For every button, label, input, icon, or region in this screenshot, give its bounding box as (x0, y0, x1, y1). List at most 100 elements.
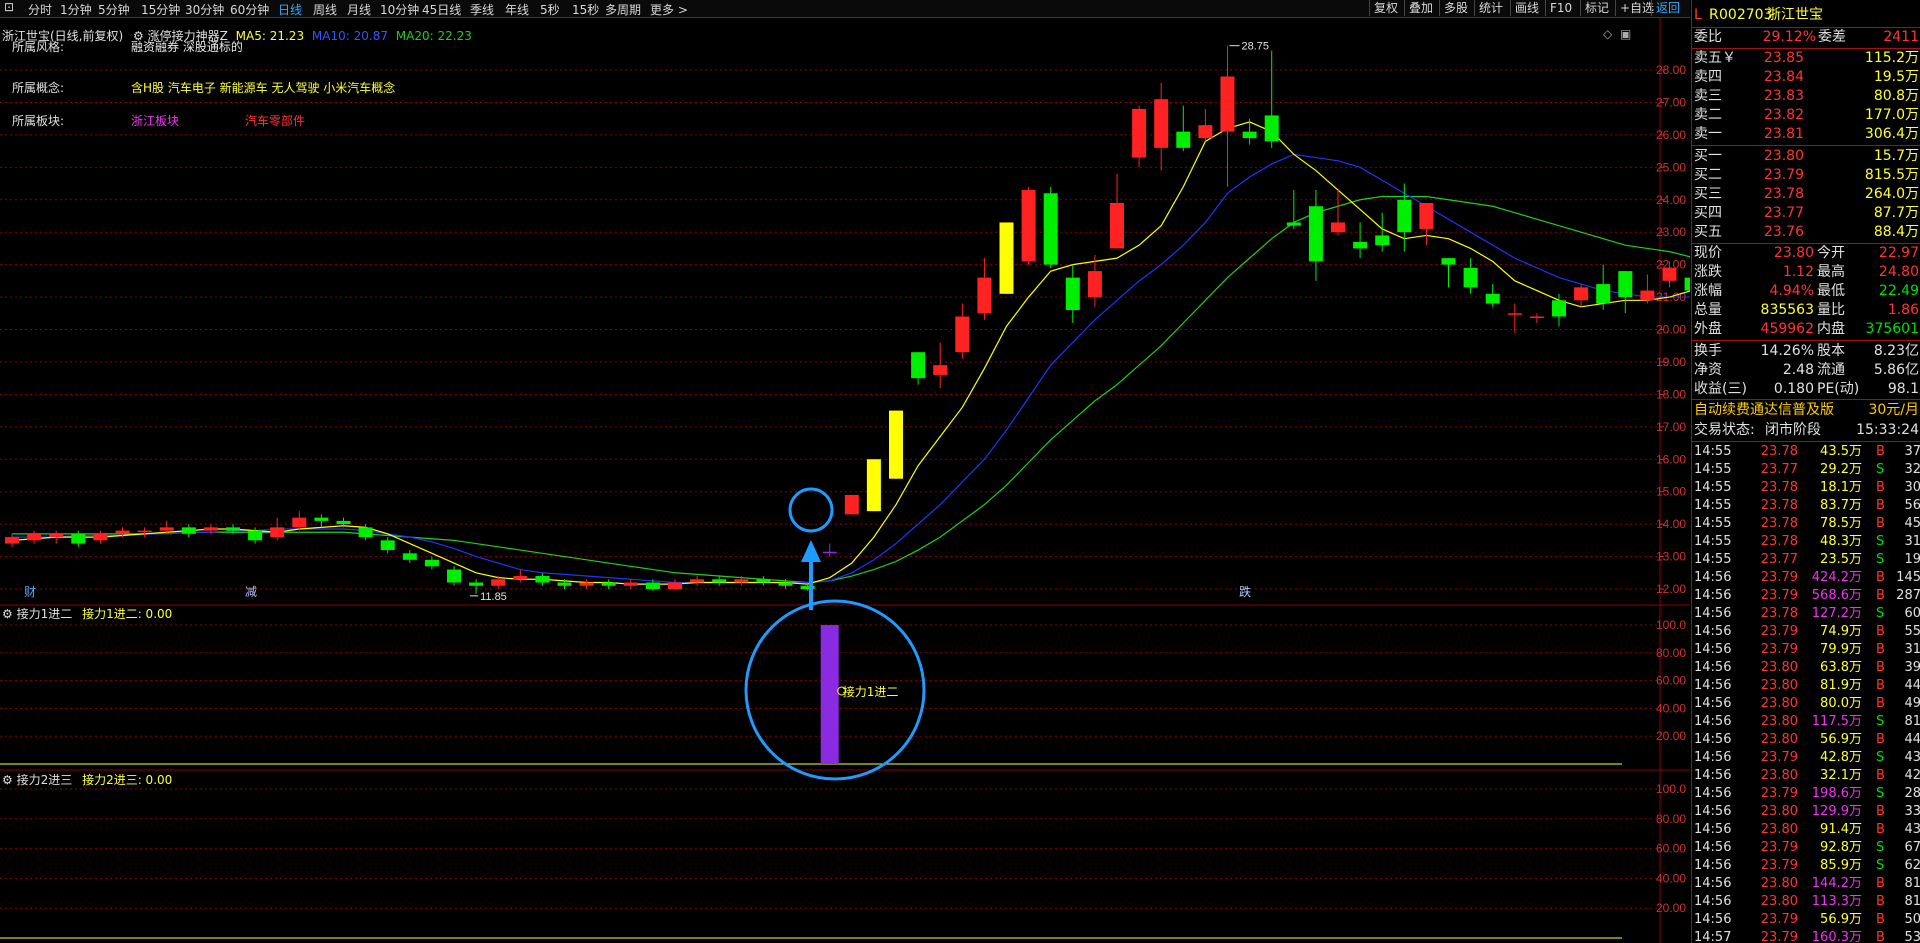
toolbar-button-6[interactable]: 标记 (1580, 0, 1613, 16)
candle-body[interactable] (1662, 267, 1677, 281)
candle-body[interactable] (358, 527, 373, 538)
period-tab-4[interactable]: 30分钟 (185, 1, 224, 18)
toolbar-button-8[interactable]: 返回 (1651, 0, 1684, 16)
gear-icon[interactable]: ⚙ (133, 29, 144, 43)
period-tab-8[interactable]: 月线 (347, 1, 371, 18)
candle-body[interactable] (402, 553, 417, 560)
period-tab-12[interactable]: 年线 (505, 1, 529, 18)
candle-body[interactable] (336, 520, 351, 525)
sub1-signal-bar[interactable] (820, 625, 839, 764)
period-tab-10[interactable]: 45日线 (422, 1, 461, 18)
candle-body[interactable] (1529, 316, 1544, 319)
candle-body[interactable] (668, 582, 682, 589)
candle-body[interactable] (933, 365, 948, 375)
candle-body[interactable] (911, 352, 926, 379)
kline-chart[interactable]: 28.0027.0026.0025.0024.0023.0022.0021.00… (0, 18, 1690, 943)
candle-body[interactable] (380, 540, 395, 551)
candle-body[interactable] (557, 582, 572, 586)
candle-body[interactable] (1021, 190, 1036, 262)
candle-body[interactable] (181, 527, 196, 534)
candle-body[interactable] (513, 576, 528, 580)
candle-body[interactable] (955, 316, 970, 353)
candle-body[interactable] (977, 277, 992, 314)
candle-body[interactable] (1353, 241, 1368, 249)
period-tab-2[interactable]: 5分钟 (98, 1, 130, 18)
candle-body[interactable] (1419, 202, 1434, 229)
event-marker-cai[interactable]: 财 (24, 585, 36, 599)
candle-body[interactable] (115, 530, 130, 534)
candle-body[interactable] (49, 533, 64, 538)
candle-body[interactable] (1154, 99, 1169, 148)
event-marker-die[interactable]: 跌 (1239, 584, 1251, 599)
indicator-name[interactable]: 涨停接力神器Z (148, 29, 228, 43)
layout-icon[interactable]: ⊡ (4, 0, 14, 14)
candle-body[interactable] (844, 494, 859, 515)
candle-body[interactable] (866, 459, 881, 512)
candle-body[interactable] (491, 579, 506, 586)
candle-body[interactable] (1331, 222, 1345, 233)
period-tab-6[interactable]: 日线 (278, 1, 302, 18)
period-tab-0[interactable]: 分时 (28, 1, 52, 18)
candle-body[interactable] (270, 527, 285, 538)
period-tab-9[interactable]: 10分钟 (380, 1, 419, 18)
candle-body[interactable] (734, 579, 749, 583)
toolbar-button-3[interactable]: 统计 (1474, 0, 1507, 16)
sector-value-auto-parts[interactable]: 汽车零部件 (245, 112, 305, 129)
candle-body[interactable] (1308, 206, 1323, 262)
diamond-icon[interactable]: ◇ (1603, 27, 1613, 41)
period-tab-11[interactable]: 季线 (470, 1, 494, 18)
period-tab-5[interactable]: 60分钟 (230, 1, 269, 18)
toolbar-button-2[interactable]: 多股 (1439, 0, 1472, 16)
candle-body[interactable] (71, 533, 86, 544)
period-tab-14[interactable]: 15秒 (572, 1, 599, 18)
candle-body[interactable] (756, 579, 771, 583)
candle-body[interactable] (1286, 222, 1301, 226)
candle-body[interactable] (1574, 287, 1589, 301)
toolbar-button-1[interactable]: 叠加 (1404, 0, 1437, 16)
candle-body[interactable] (1485, 293, 1500, 304)
candle-body[interactable] (292, 517, 307, 528)
period-tab-7[interactable]: 周线 (313, 1, 337, 18)
candle-body[interactable] (645, 582, 660, 589)
candle-body[interactable] (999, 222, 1014, 294)
panel1-gear-icon[interactable]: ⚙ (2, 607, 13, 621)
toolbar-button-5[interactable]: F10 (1545, 0, 1576, 16)
candle-body[interactable] (712, 579, 727, 583)
candle-body[interactable] (1375, 235, 1390, 246)
candle-body[interactable] (1065, 277, 1080, 311)
candle-body[interactable] (1507, 313, 1522, 315)
candle-body[interactable] (1087, 271, 1102, 298)
candle-body[interactable] (1684, 277, 1690, 291)
candle-body[interactable] (1441, 258, 1456, 265)
event-marker-jian[interactable]: 减 (245, 585, 257, 599)
candle-body[interactable] (93, 533, 108, 541)
candle-body[interactable] (314, 517, 329, 521)
panel2-gear-icon[interactable]: ⚙ (2, 773, 13, 787)
candle-body[interactable] (535, 576, 550, 583)
candle-body[interactable] (1552, 300, 1566, 317)
candle-body[interactable] (690, 579, 705, 583)
panel1-name[interactable]: 接力1进二 (17, 607, 73, 621)
candle-body[interactable] (27, 533, 42, 541)
candle-body[interactable] (447, 569, 461, 583)
candle-body[interactable] (424, 559, 439, 567)
candle-body[interactable] (601, 582, 616, 586)
candle-body[interactable] (1618, 271, 1633, 298)
subscription-ad[interactable]: 自动续费通达信普及版 30元/月 (1692, 401, 1920, 420)
period-tab-3[interactable]: 15分钟 (141, 1, 180, 18)
panel2-name[interactable]: 接力2进三 (17, 773, 73, 787)
period-tab-15[interactable]: 多周期 (605, 1, 641, 18)
toolbar-button-0[interactable]: 复权 (1369, 0, 1402, 16)
candle-body[interactable] (1043, 193, 1058, 265)
candle-body[interactable] (623, 582, 638, 586)
period-tab-1[interactable]: 1分钟 (60, 1, 92, 18)
candle-body[interactable] (1264, 115, 1279, 142)
candle-body[interactable] (778, 582, 793, 586)
candle-body[interactable] (1463, 267, 1478, 288)
candle-body[interactable] (1176, 131, 1191, 148)
candle-body[interactable] (248, 530, 263, 541)
candle-body[interactable] (1640, 290, 1655, 301)
period-tab-16[interactable]: 更多 > (650, 1, 688, 18)
candle-body[interactable] (1132, 108, 1147, 158)
candle-body[interactable] (226, 527, 240, 531)
